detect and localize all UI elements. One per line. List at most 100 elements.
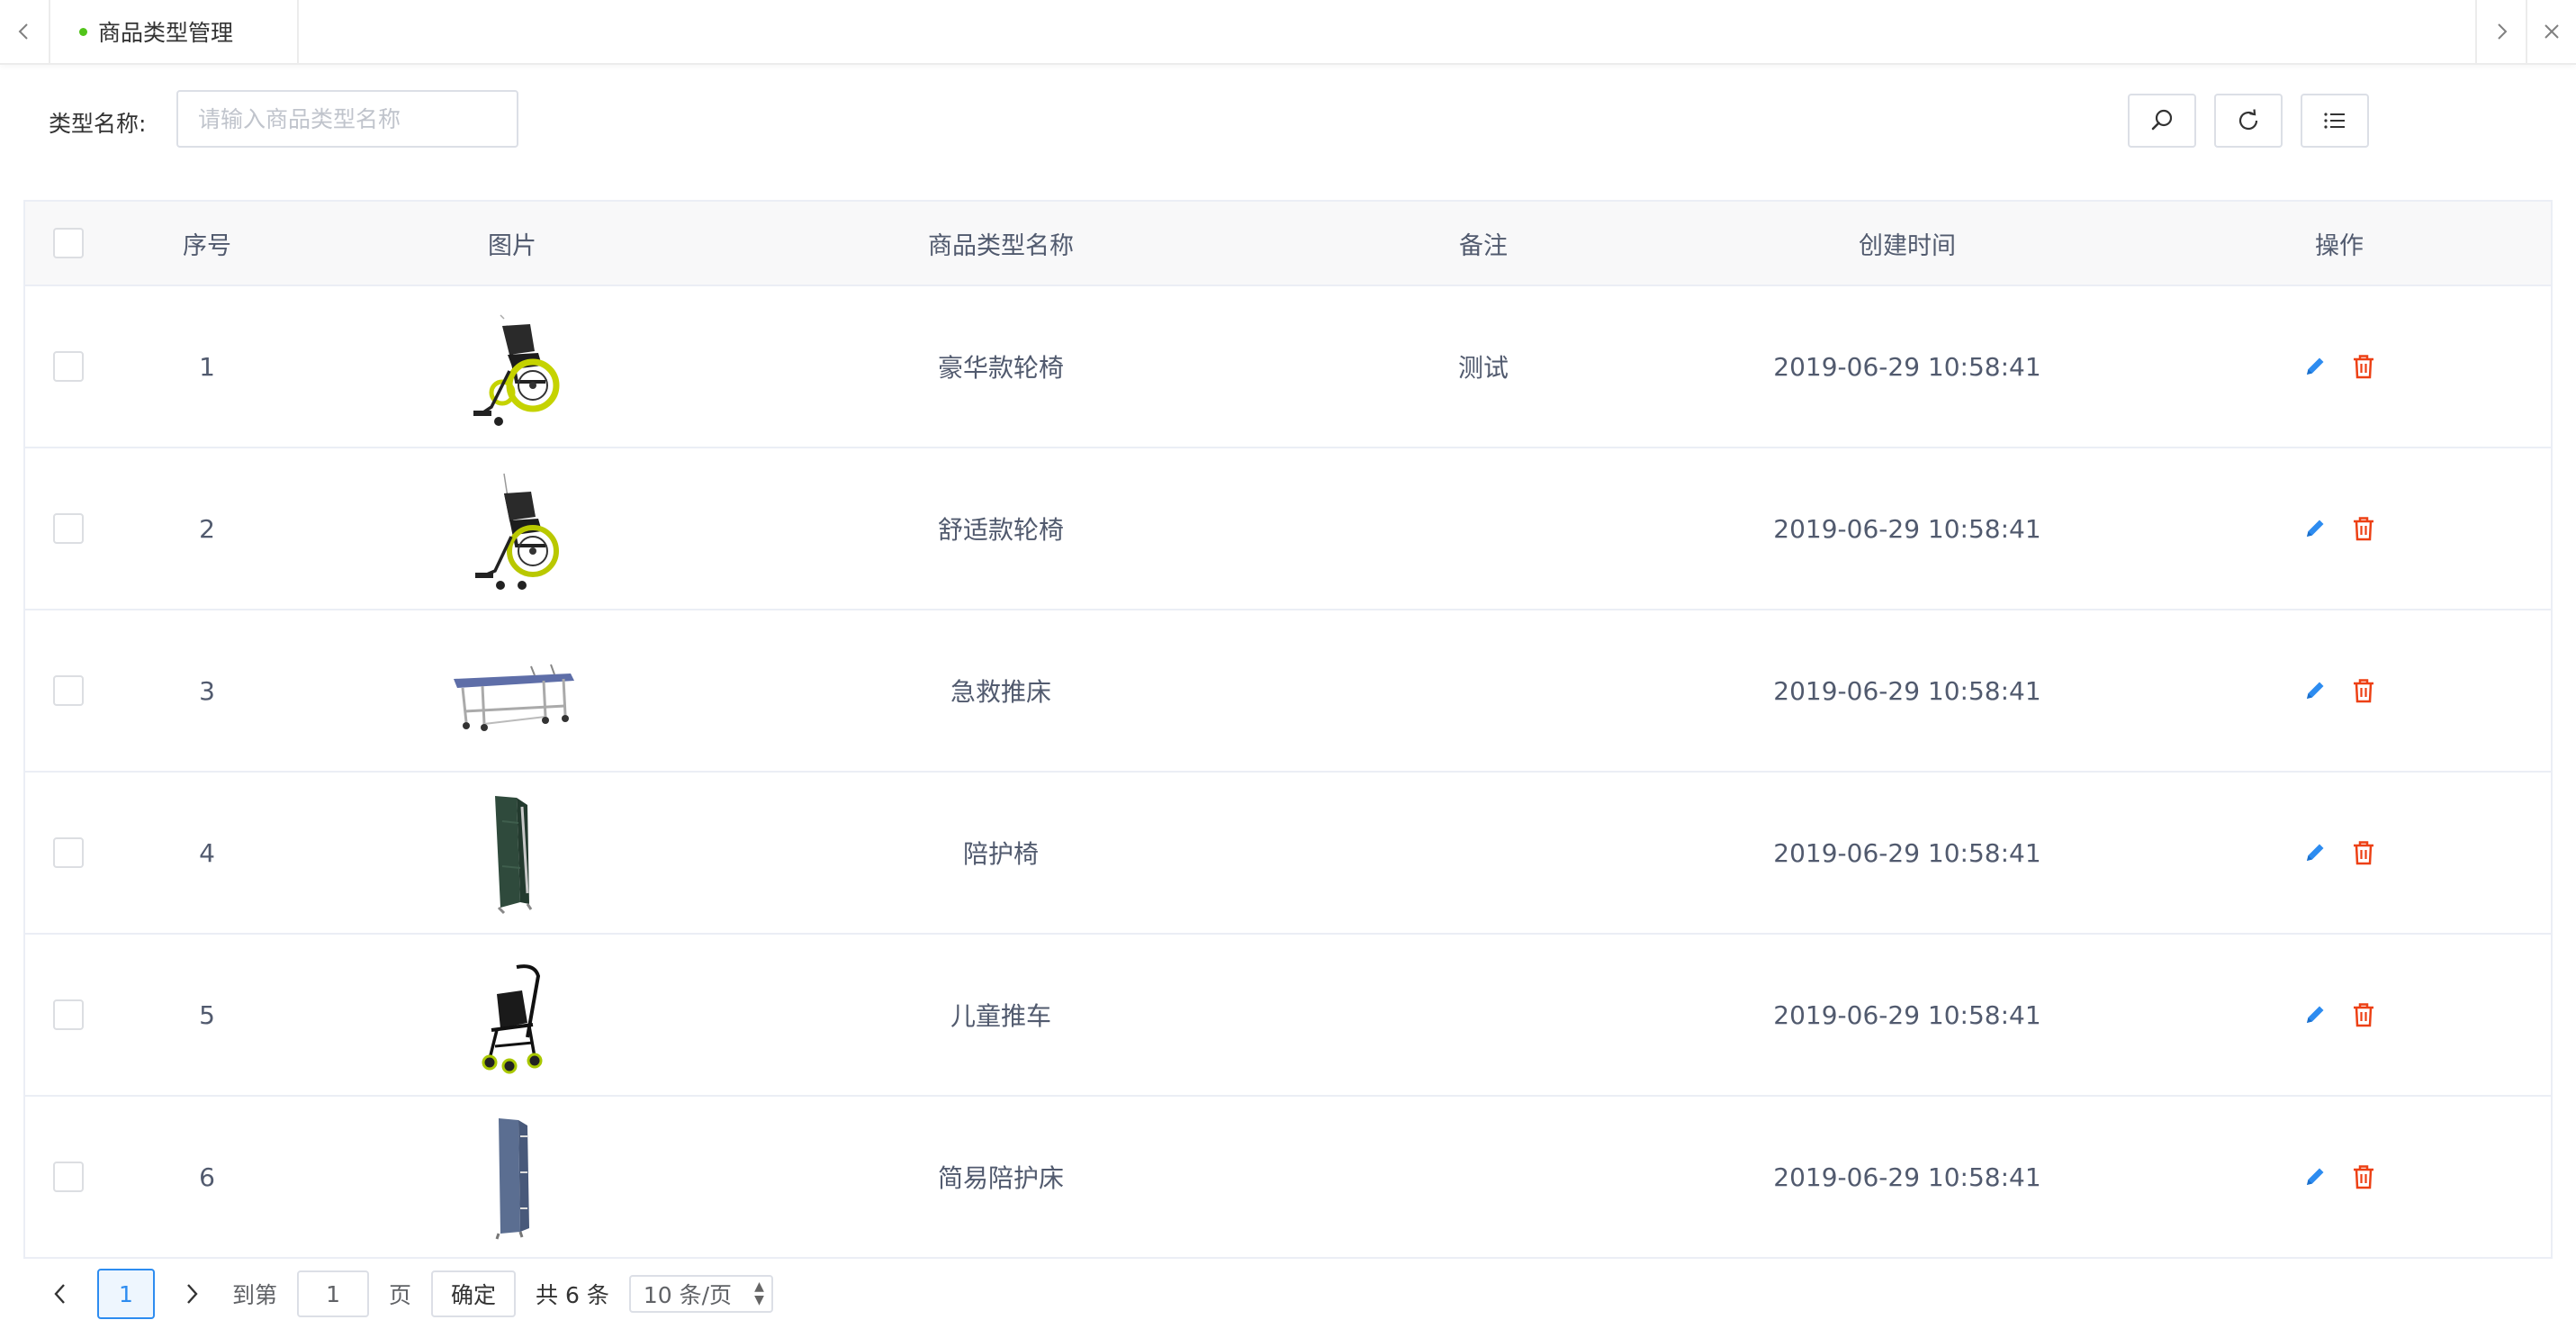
table-row: 4 陪护椅 2019-06-29 10:58:41 [25, 773, 2551, 935]
chevron-left-icon [54, 1284, 65, 1304]
close-icon [2544, 24, 2559, 39]
stroller-image [482, 964, 543, 1074]
row-created: 2019-06-29 10:58:41 [1773, 999, 2041, 1030]
header-ops: 操作 [2315, 231, 2364, 260]
pencil-icon [2307, 1006, 2324, 1023]
tab-product-type[interactable]: 商品类型管理 [50, 0, 299, 63]
tab-scroll-right-button[interactable] [2475, 0, 2526, 63]
row-created: 2019-06-29 10:58:41 [1773, 675, 2041, 706]
pencil-icon [2307, 682, 2324, 699]
header-index: 序号 [183, 231, 231, 260]
delete-button[interactable] [2346, 1159, 2382, 1195]
pencil-icon [2307, 844, 2324, 861]
search-label: 类型名称: [49, 111, 147, 137]
goto-confirm-button[interactable]: 确定 [431, 1270, 517, 1317]
search-input[interactable] [176, 90, 518, 148]
header-name: 商品类型名称 [928, 231, 1074, 260]
row-index: 1 [199, 351, 215, 382]
page-number-1[interactable]: 1 [97, 1269, 155, 1319]
delete-button[interactable] [2346, 673, 2382, 709]
page-size-select[interactable]: 10 条/页 ▲ ▼ [628, 1275, 773, 1313]
select-caret-icon: ▲ ▼ [754, 1279, 764, 1307]
table-header: 序号 图片 商品类型名称 备注 创建时间 操作 [25, 202, 2551, 286]
delete-button[interactable] [2346, 997, 2382, 1033]
row-name: 豪华款轮椅 [937, 353, 1064, 383]
chevron-right-icon [2498, 23, 2508, 40]
tab-bar: 商品类型管理 [0, 0, 2576, 65]
table-row: 5 儿童推车 2019-06-29 10:58:41 [25, 935, 2551, 1097]
tab-label: 商品类型管理 [98, 20, 234, 46]
row-name: 急救推床 [950, 677, 1051, 707]
table-row: 2 舒适款轮椅 2019-06-29 10:58:41 [25, 448, 2551, 610]
row-note [1280, 448, 1687, 609]
row-checkbox[interactable] [53, 837, 84, 868]
product-type-table: 序号 图片 商品类型名称 备注 创建时间 操作 1 豪华款轮椅 测试 2019-… [23, 200, 2553, 1259]
trash-icon [2354, 679, 2373, 703]
active-dot-icon [79, 27, 87, 36]
goto-label: 到第 [232, 1282, 278, 1308]
row-index: 3 [199, 675, 215, 706]
row-index: 2 [199, 513, 215, 544]
search-button[interactable] [2128, 94, 2196, 148]
pagination: 1 到第 页 确定 共 6 条 10 条/页 ▲▼ [23, 1259, 2553, 1329]
row-name: 陪护椅 [962, 839, 1039, 869]
row-created: 2019-06-29 10:58:41 [1773, 351, 2041, 382]
pencil-icon [2307, 357, 2324, 375]
delete-button[interactable] [2346, 835, 2382, 871]
header-note: 备注 [1459, 231, 1508, 260]
trash-icon [2354, 1003, 2373, 1027]
edit-button[interactable] [2297, 1159, 2333, 1195]
column-settings-button[interactable] [2301, 94, 2369, 148]
chevron-left-icon [18, 23, 28, 40]
wheelchair-image [475, 473, 559, 590]
page-size-value: 10 条/页 [643, 1282, 733, 1308]
folding-bed-image [495, 1118, 529, 1240]
select-all-checkbox[interactable] [53, 228, 84, 258]
stretcher-image [454, 664, 574, 731]
tab-close-button[interactable] [2526, 0, 2576, 63]
row-checkbox[interactable] [53, 1162, 84, 1192]
next-page-button[interactable] [171, 1270, 212, 1317]
refresh-icon [2238, 109, 2258, 131]
folding-chair-image [495, 796, 533, 915]
trash-icon [2354, 1165, 2373, 1189]
row-checkbox[interactable] [53, 513, 84, 544]
row-note [1280, 1097, 1687, 1257]
row-checkbox[interactable] [53, 999, 84, 1030]
trash-icon [2354, 841, 2373, 865]
edit-button[interactable] [2297, 835, 2333, 871]
table-row: 6 简易陪护床 2019-06-29 10:58:41 [25, 1097, 2551, 1259]
delete-button[interactable] [2346, 348, 2382, 384]
table-row: 3 急救推床 2019-06-29 10:58:41 [25, 610, 2551, 773]
row-checkbox[interactable] [53, 675, 84, 706]
row-checkbox[interactable] [53, 351, 84, 382]
total-count: 共 6 条 [536, 1282, 609, 1308]
row-created: 2019-06-29 10:58:41 [1773, 1162, 2041, 1192]
trash-icon [2354, 355, 2373, 379]
row-index: 5 [199, 999, 215, 1030]
table-row: 1 豪华款轮椅 测试 2019-06-29 10:58:41 [25, 286, 2551, 448]
row-created: 2019-06-29 10:58:41 [1773, 513, 2041, 544]
refresh-button[interactable] [2214, 94, 2283, 148]
prev-page-button[interactable] [40, 1270, 81, 1317]
edit-button[interactable] [2297, 673, 2333, 709]
chevron-right-icon [187, 1284, 198, 1304]
header-image: 图片 [488, 231, 536, 260]
edit-button[interactable] [2297, 511, 2333, 547]
trash-icon [2354, 517, 2373, 541]
header-created: 创建时间 [1859, 231, 1956, 260]
row-note: 测试 [1457, 353, 1509, 383]
row-note [1280, 935, 1687, 1095]
tab-scroll-left-button[interactable] [0, 0, 50, 63]
row-name: 舒适款轮椅 [937, 515, 1064, 545]
row-index: 6 [199, 1162, 215, 1192]
edit-button[interactable] [2297, 997, 2333, 1033]
list-icon [2324, 113, 2345, 129]
goto-page-input[interactable] [297, 1270, 370, 1317]
delete-button[interactable] [2346, 511, 2382, 547]
page-unit-label: 页 [389, 1282, 412, 1308]
row-note [1280, 773, 1687, 933]
row-name: 简易陪护床 [937, 1163, 1064, 1193]
row-index: 4 [199, 837, 215, 868]
edit-button[interactable] [2297, 348, 2333, 384]
